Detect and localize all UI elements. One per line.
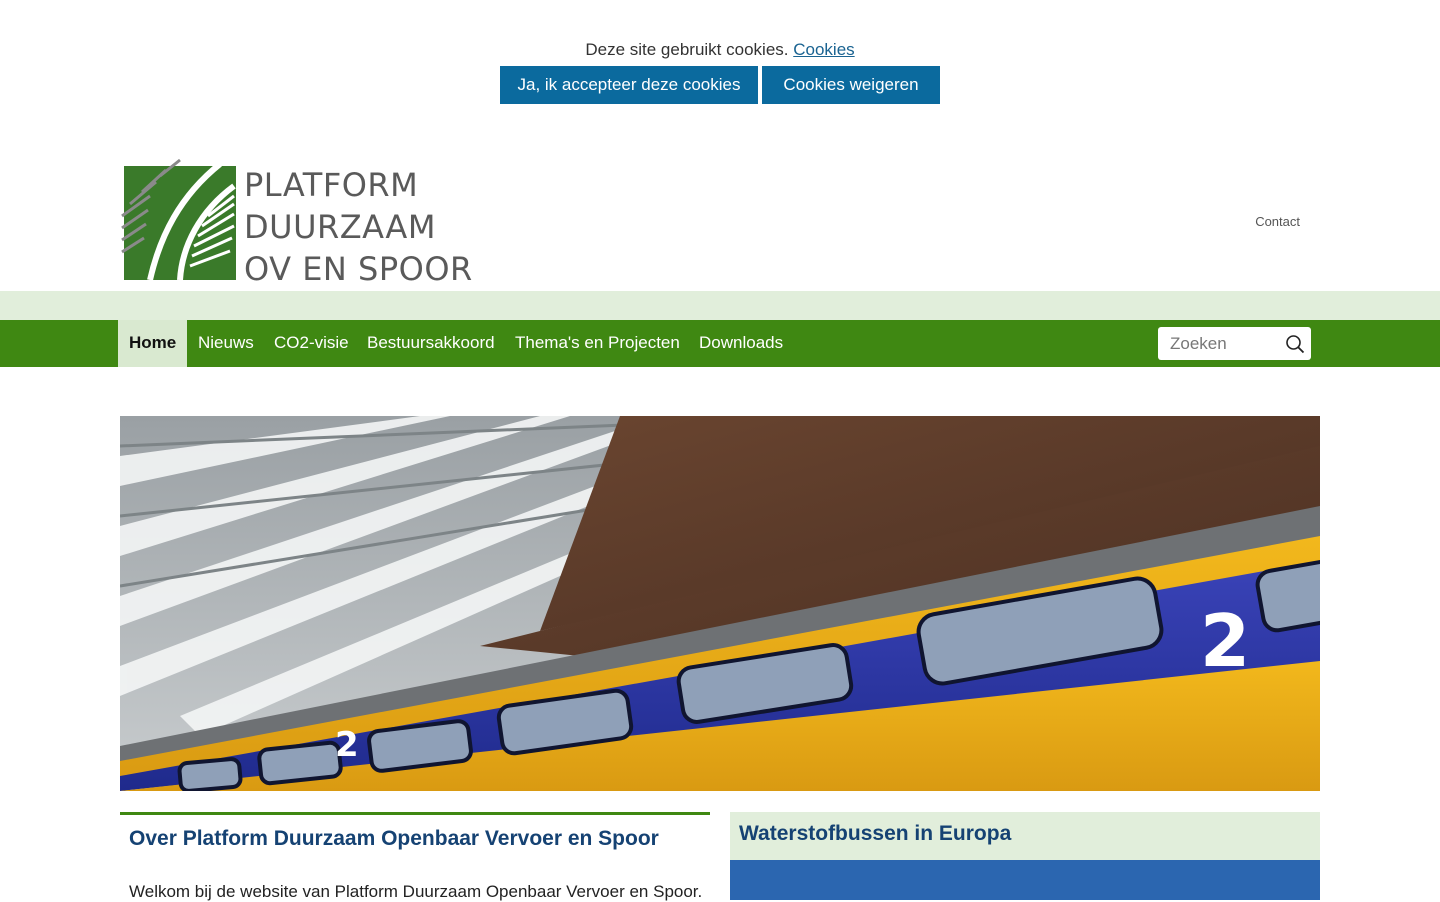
contact-link[interactable]: Contact xyxy=(1255,214,1300,229)
news-card: Waterstofbussen in Europa xyxy=(730,812,1320,900)
refuse-cookies-button[interactable]: Cookies weigeren xyxy=(762,66,940,104)
search-box xyxy=(1158,327,1311,360)
logo-line-2: DUURZAAM xyxy=(244,208,436,246)
logo-line-1: PLATFORM xyxy=(244,166,419,204)
header-divider-strip xyxy=(0,291,1440,320)
nav-item-co2-visie[interactable]: CO2-visie xyxy=(274,320,349,367)
hero-image: 2 2 xyxy=(120,416,1320,791)
train-photo: 2 2 xyxy=(120,416,1320,791)
logo-wordmark[interactable]: PLATFORM DUURZAAM OV EN SPOOR xyxy=(244,164,473,290)
cookie-link[interactable]: Cookies xyxy=(793,40,854,59)
train-number-large: 2 xyxy=(1200,599,1250,683)
site-header: PLATFORM DUURZAAM OV EN SPOOR Contact xyxy=(0,140,1440,291)
cookie-bar: Deze site gebruikt cookies. Cookies Ja, … xyxy=(0,0,1440,140)
train-number-small: 2 xyxy=(335,725,359,765)
logo-line-3: OV EN SPOOR xyxy=(244,250,473,288)
nav-item-bestuursakkoord[interactable]: Bestuursakkoord xyxy=(367,320,495,367)
cookie-message-text: Deze site gebruikt cookies. xyxy=(585,40,789,59)
nav-item-downloads[interactable]: Downloads xyxy=(699,320,783,367)
news-card-title[interactable]: Waterstofbussen in Europa xyxy=(739,822,1011,846)
intro-card-title[interactable]: Over Platform Duurzaam Openbaar Vervoer … xyxy=(129,827,659,851)
nav-item-themas-en-projecten[interactable]: Thema's en Projecten xyxy=(515,320,680,367)
main-nav: Home Nieuws CO2-visie Bestuursakkoord Th… xyxy=(0,320,1440,367)
news-card-header: Waterstofbussen in Europa xyxy=(730,812,1320,860)
search-icon[interactable] xyxy=(1285,334,1305,354)
news-card-image[interactable] xyxy=(730,860,1320,900)
intro-card-text: Welkom bij de website van Platform Duurz… xyxy=(129,882,703,901)
search-input[interactable] xyxy=(1158,327,1283,360)
accept-cookies-button[interactable]: Ja, ik accepteer deze cookies xyxy=(500,66,758,104)
cookie-message: Deze site gebruikt cookies. Cookies xyxy=(0,40,1440,60)
nav-item-home[interactable]: Home xyxy=(118,320,188,367)
intro-card: Over Platform Duurzaam Openbaar Vervoer … xyxy=(120,812,710,901)
logo-icon[interactable] xyxy=(120,156,238,282)
nav-item-nieuws[interactable]: Nieuws xyxy=(198,320,254,367)
